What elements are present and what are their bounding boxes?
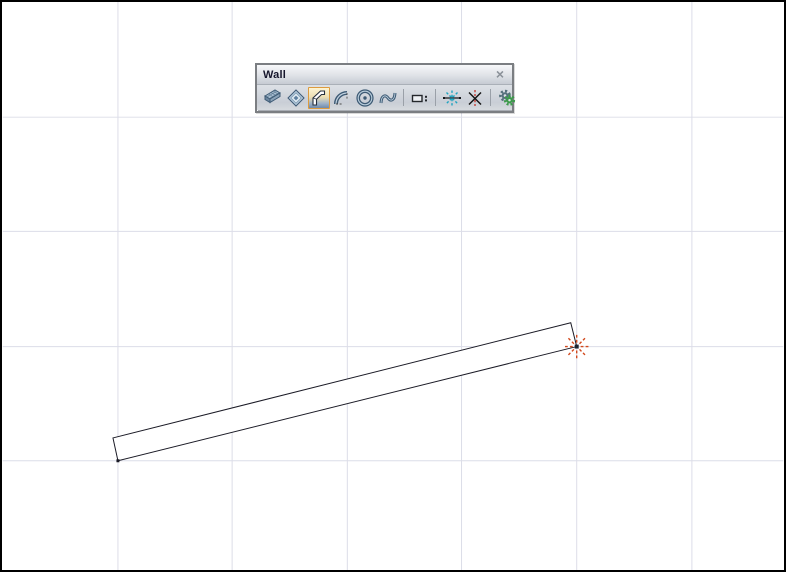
wall-reference-line-button[interactable] bbox=[409, 87, 431, 109]
settings-gears-icon bbox=[499, 89, 516, 106]
break-point-icon bbox=[468, 89, 482, 106]
separator bbox=[490, 89, 491, 106]
settings-gears-button[interactable] bbox=[496, 87, 518, 109]
wall-block-diamond-icon bbox=[287, 88, 305, 107]
palette-titlebar[interactable]: Wall × bbox=[257, 65, 512, 85]
break-point-button[interactable] bbox=[464, 87, 486, 109]
snap-point-button[interactable] bbox=[441, 87, 463, 109]
wall-reference-line-icon bbox=[411, 94, 427, 102]
wall-palette: Wall × bbox=[255, 63, 516, 113]
circular-wall-button[interactable] bbox=[354, 87, 376, 109]
curved-wall-icon bbox=[334, 90, 348, 104]
separator bbox=[403, 89, 404, 106]
straight-wall-3d-button[interactable] bbox=[262, 87, 284, 109]
palette-title: Wall bbox=[263, 68, 287, 81]
palette-iconrow bbox=[257, 85, 516, 110]
close-icon[interactable]: × bbox=[493, 66, 507, 82]
drawing-canvas[interactable]: Wall × bbox=[0, 0, 786, 572]
curved-wall-button[interactable] bbox=[331, 87, 353, 109]
straight-wall-3d-icon bbox=[264, 88, 281, 103]
corner-wall-icon bbox=[312, 89, 326, 106]
wall-block-diamond-button[interactable] bbox=[285, 87, 307, 109]
circular-wall-icon bbox=[356, 88, 374, 107]
corner-wall-button[interactable] bbox=[308, 86, 330, 109]
spline-wall-button[interactable] bbox=[377, 87, 399, 109]
spline-wall-icon bbox=[379, 92, 397, 103]
snap-point-icon bbox=[443, 90, 461, 105]
separator bbox=[435, 89, 436, 106]
